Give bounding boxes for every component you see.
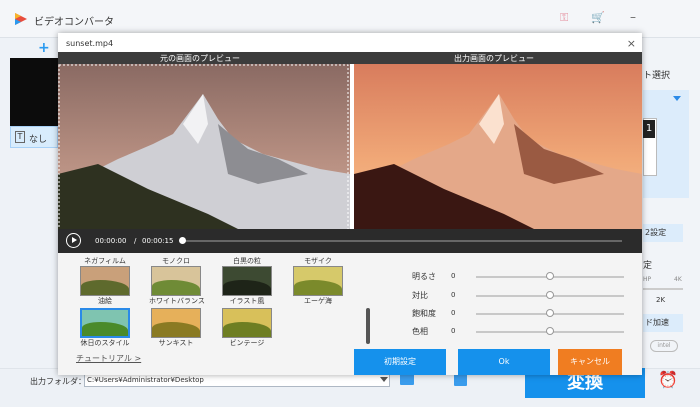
- filter-label: 油絵: [98, 297, 112, 305]
- text-icon: T: [15, 131, 25, 143]
- filter-label: イラスト風: [229, 297, 265, 305]
- hardware-accel-button[interactable]: ド加速: [643, 314, 683, 332]
- add-file-icon[interactable]: +: [38, 40, 50, 56]
- seek-handle[interactable]: [179, 237, 186, 244]
- reset-button[interactable]: 初期設定: [354, 349, 446, 375]
- output-preview-label: 出力画面のプレビュー: [454, 54, 534, 63]
- play-icon[interactable]: [66, 233, 81, 248]
- format-card[interactable]: 1: [643, 90, 689, 198]
- filter-label-top: 白黒の粒: [233, 257, 261, 265]
- saturation-value: 0: [451, 309, 456, 317]
- filters-scrollbar[interactable]: [366, 308, 370, 344]
- tutorial-link[interactable]: チュートリアル >: [76, 353, 141, 364]
- seek-track[interactable]: [182, 240, 622, 242]
- minimize-icon[interactable]: –: [630, 10, 636, 24]
- filter-thumbnail[interactable]: [151, 308, 201, 338]
- cart-icon[interactable]: 🛒: [591, 11, 605, 24]
- dialog-title: sunset.mp4: [66, 39, 114, 48]
- saturation-label: 飽和度: [412, 309, 436, 318]
- filter-thumbnail[interactable]: [222, 266, 272, 296]
- output-folder-label: 出力フォルダ：: [30, 377, 86, 386]
- filter-thumbnail[interactable]: [151, 266, 201, 296]
- hue-label: 色相: [412, 327, 428, 336]
- filter-sunkist[interactable]: サンキスト: [149, 308, 203, 348]
- filter-aegean[interactable]: エーゲ海: [291, 266, 345, 306]
- app-logo-icon: [15, 13, 27, 25]
- filter-illustration[interactable]: イラスト風: [220, 266, 274, 306]
- format-number: 1: [643, 120, 655, 138]
- brightness-handle[interactable]: [546, 272, 554, 280]
- cancel-button[interactable]: キャンセル: [558, 349, 622, 375]
- hue-value: 0: [451, 327, 456, 335]
- filter-holiday-style[interactable]: 休日のスタイル: [78, 308, 132, 348]
- intel-badge: intel: [650, 340, 678, 352]
- output-path-field[interactable]: C:¥Users¥Administrator¥Desktop: [84, 374, 390, 387]
- app-title: ビデオコンバータ: [34, 17, 114, 28]
- video-thumbnail[interactable]: [10, 58, 58, 126]
- filter-label: エーゲ海: [304, 297, 332, 305]
- resolution-high-label: 4K: [674, 276, 682, 283]
- current-time: 00:00:00: [95, 237, 127, 245]
- chevron-down-icon[interactable]: [380, 377, 388, 382]
- preview-header: 元の画面のプレビュー 出力画面のプレビュー: [58, 52, 642, 64]
- resolution-low-label: HP: [643, 276, 652, 283]
- contrast-handle[interactable]: [546, 291, 554, 299]
- contrast-value: 0: [451, 291, 456, 299]
- format-label: ト選択: [643, 71, 671, 81]
- close-icon[interactable]: ×: [627, 37, 636, 50]
- folder-icon[interactable]: [400, 374, 414, 385]
- filter-label-top: モザイク: [304, 257, 332, 265]
- playback-bar: 00:00:00 / 00:00:15: [58, 229, 642, 253]
- filter-vintage[interactable]: ビンテージ: [220, 308, 274, 348]
- time-separator: /: [134, 237, 137, 245]
- brightness-label: 明るさ: [412, 272, 436, 281]
- hue-handle[interactable]: [546, 327, 554, 335]
- filter-thumbnail[interactable]: [293, 266, 343, 296]
- filter-label: ビンテージ: [229, 339, 265, 347]
- filter-oil-painting[interactable]: 油絵: [78, 266, 132, 306]
- filter-label: 休日のスタイル: [80, 339, 130, 347]
- resolution-label: 定: [643, 261, 653, 271]
- brightness-value: 0: [451, 272, 456, 280]
- filter-label: ホワイトバランス: [149, 297, 205, 305]
- subtitle-item-label: なし: [29, 135, 48, 145]
- filter-label-top: モノクロ: [162, 257, 190, 265]
- filter-white-balance[interactable]: ホワイトバランス: [149, 266, 205, 306]
- saturation-handle[interactable]: [546, 309, 554, 317]
- resolution-value: 2K: [656, 296, 666, 304]
- chevron-down-icon[interactable]: [673, 96, 681, 101]
- filter-label-top: ネガフィルム: [84, 257, 126, 265]
- alarm-clock-icon[interactable]: ⏰: [658, 370, 678, 389]
- contrast-label: 対比: [412, 291, 428, 300]
- filter-thumbnail[interactable]: [80, 308, 130, 338]
- ok-button[interactable]: Ok: [458, 349, 550, 375]
- filter-label: サンキスト: [158, 339, 194, 347]
- resolution-slider[interactable]: [643, 288, 683, 290]
- key-icon[interactable]: ⚿: [560, 11, 568, 25]
- subtitle-item[interactable]: T なし: [10, 126, 58, 148]
- settings-button[interactable]: 2設定: [643, 224, 683, 242]
- filter-thumbnail[interactable]: [80, 266, 130, 296]
- original-preview-label: 元の画面のプレビュー: [160, 54, 240, 63]
- effects-dialog: sunset.mp4 × 元の画面のプレビュー 出力画面のプレビュー 00:00…: [58, 33, 642, 375]
- filter-thumbnail[interactable]: [222, 308, 272, 338]
- total-time: 00:00:15: [142, 237, 174, 245]
